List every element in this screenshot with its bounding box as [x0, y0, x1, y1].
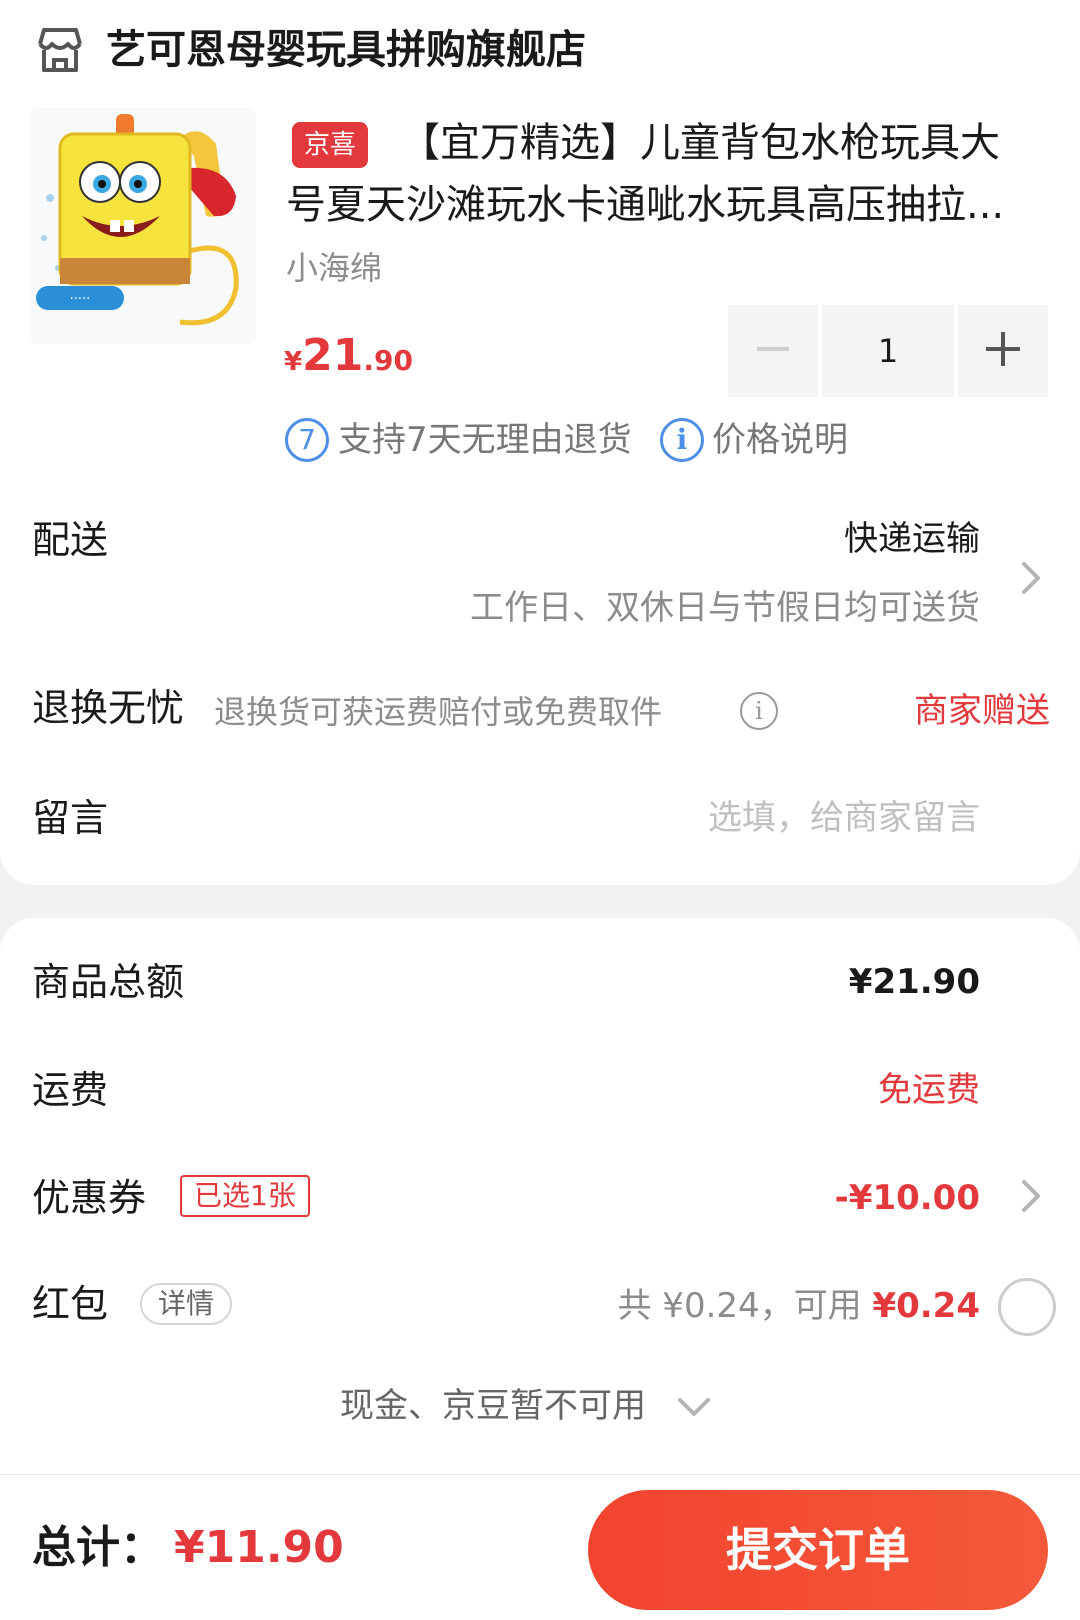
price-decimal: .90: [363, 344, 413, 377]
returns-description: 退换货可获运费赔付或免费取件: [214, 693, 663, 731]
product-title-line1[interactable]: 【宜万精选】儿童背包水枪玩具大: [400, 112, 1000, 174]
svg-text:·····: ·····: [70, 292, 91, 307]
shipping-value: 免运费: [878, 1070, 980, 1110]
product-variant: 小海绵: [286, 249, 383, 287]
quantity-stepper: 1: [728, 305, 1048, 397]
red-packet-total-text: 共 ¥0.24，可用: [617, 1286, 873, 1326]
jingxi-badge: 京喜: [292, 122, 369, 168]
chevron-right-icon[interactable]: [1010, 1176, 1050, 1216]
note-input[interactable]: [560, 790, 980, 846]
price-integer: 21: [302, 330, 364, 381]
product-title-line2[interactable]: 号夏天沙滩玩水卡通呲水玩具高压抽拉...: [286, 174, 1026, 236]
red-packet-label: 红包: [32, 1282, 109, 1326]
price-info-icon: i: [660, 418, 704, 462]
info-icon[interactable]: i: [740, 692, 778, 730]
price-explanation-link[interactable]: 价格说明: [712, 414, 848, 466]
decrease-button[interactable]: [728, 305, 818, 397]
delivery-method[interactable]: 快递运输: [844, 512, 980, 566]
total-label: 总计：: [32, 1522, 164, 1573]
shipping-label: 运费: [32, 1068, 109, 1112]
chevron-down-icon[interactable]: [676, 1390, 712, 1430]
cash-beans-note: 现金、京豆暂不可用: [340, 1386, 646, 1426]
seven-day-return-text[interactable]: 支持7天无理由退货: [338, 414, 632, 466]
returns-value: 商家赠送: [914, 691, 1050, 731]
minus-icon: [755, 323, 791, 379]
coupon-label: 优惠券: [32, 1176, 147, 1220]
store-name[interactable]: 艺可恩母婴玩具拼购旗舰店: [106, 22, 586, 78]
product-image[interactable]: ·····: [30, 108, 256, 344]
coupon-selected-tag: 已选1张: [180, 1175, 310, 1217]
note-label: 留言: [32, 796, 109, 840]
red-packet-detail-button[interactable]: 详情: [140, 1283, 233, 1325]
red-packet-balance: 共 ¥0.24，可用 ¥0.24: [618, 1278, 981, 1334]
coupon-discount-value[interactable]: -¥10.00: [835, 1170, 980, 1226]
chevron-right-icon[interactable]: [1010, 558, 1050, 598]
delivery-label: 配送: [32, 518, 109, 562]
returns-label: 退换无忧: [32, 686, 185, 730]
submit-order-button[interactable]: 提交订单: [588, 1490, 1048, 1610]
red-packet-radio[interactable]: [998, 1278, 1056, 1336]
delivery-schedule: 工作日、双休日与节假日均可送货: [470, 588, 980, 628]
subtotal-label: 商品总额: [32, 960, 185, 1004]
seven-day-return-icon: 7: [285, 418, 329, 462]
total-value: ¥11.90: [174, 1522, 344, 1573]
increase-button[interactable]: [958, 305, 1048, 397]
red-packet-available: ¥0.24: [872, 1286, 980, 1326]
quantity-value[interactable]: 1: [822, 305, 954, 397]
subtotal-value: ¥21.90: [848, 962, 980, 1002]
price-currency: ¥: [284, 347, 303, 377]
plus-icon: [984, 321, 1022, 381]
store-icon: [32, 22, 88, 78]
product-price: ¥21.90: [284, 326, 413, 395]
